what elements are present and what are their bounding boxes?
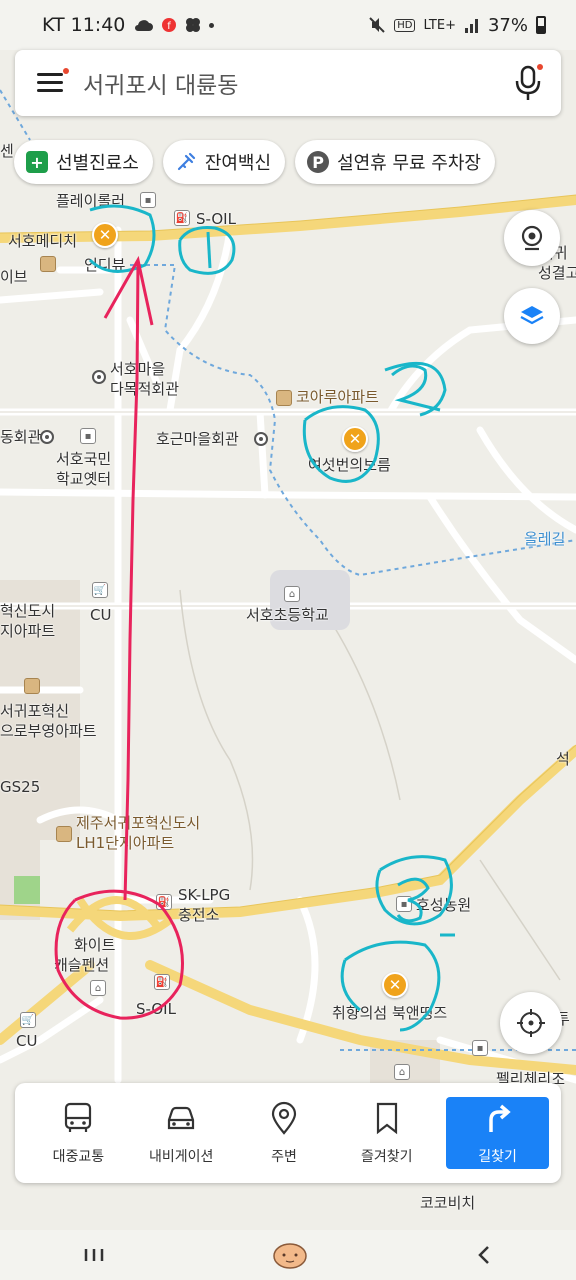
chip-label: 잔여백신 <box>204 153 272 174</box>
chip-label: 선별진료소 <box>56 153 139 174</box>
nav-label: 즐겨찾기 <box>361 1149 413 1165</box>
home-button-icon[interactable] <box>270 1240 310 1270</box>
app-notification-icon: f <box>162 18 177 32</box>
chip-label: 설연휴 무료 주차장 <box>337 153 481 174</box>
car-icon <box>168 1106 195 1130</box>
location-pin-icon <box>271 1101 297 1135</box>
nav-label: 길찾기 <box>478 1149 517 1165</box>
turn-arrow-icon <box>488 1104 511 1132</box>
nav-navigation[interactable]: 내비게이션 <box>130 1097 233 1169</box>
streetview-button[interactable] <box>504 210 560 266</box>
signal-icon <box>464 19 478 33</box>
chip-remaining-vaccine[interactable]: 잔여백신 <box>162 140 286 184</box>
nav-label: 내비게이션 <box>148 1149 214 1165</box>
back-icon[interactable] <box>474 1243 494 1267</box>
bottom-nav: 대중교통 내비게이션 주변 즐겨찾기 길찾기 <box>15 1083 561 1183</box>
layers-button[interactable] <box>504 288 560 344</box>
plus-icon: + <box>26 151 48 173</box>
nav-label: 대중교통 <box>52 1149 105 1165</box>
dot-icon <box>209 22 215 28</box>
clover-icon <box>186 18 201 32</box>
nav-label: 주변 <box>271 1149 297 1165</box>
chip-holiday-parking[interactable]: P 설연휴 무료 주차장 <box>295 140 495 184</box>
layers-icon <box>520 306 544 325</box>
nav-nearby[interactable]: 주변 <box>233 1097 336 1169</box>
filter-chips: + 선별진료소 잔여백신 P 설연휴 무료 주차장 <box>14 140 495 184</box>
hd-badge: HD <box>394 18 416 32</box>
streetview-icon <box>521 225 543 251</box>
chip-screening-clinic[interactable]: + 선별진료소 <box>14 140 153 184</box>
mute-icon <box>369 17 385 33</box>
battery-icon <box>536 16 546 34</box>
svg-text:f: f <box>168 21 172 32</box>
nav-public-transit[interactable]: 대중교통 <box>27 1097 130 1169</box>
battery-label: 37% <box>487 14 528 36</box>
current-location-button[interactable] <box>500 992 562 1054</box>
nav-favorites[interactable]: 즐겨찾기 <box>335 1097 438 1169</box>
system-nav-bar <box>0 1230 576 1280</box>
menu-icon[interactable] <box>37 68 69 93</box>
syringe-icon <box>177 152 195 171</box>
nav-directions[interactable]: 길찾기 <box>446 1097 549 1169</box>
map-view[interactable]: 센 ▪ 플레이롤러 ⛽ S-OIL 서호메디치 ✕ 인디뷰 이브 서호마을 다목… <box>0 50 576 1230</box>
carrier-time: KT 11:40 <box>42 14 126 36</box>
parking-icon: P <box>307 151 330 173</box>
annotation-layer <box>54 204 455 1032</box>
recent-apps-icon[interactable] <box>82 1245 106 1265</box>
bus-icon <box>65 1102 92 1132</box>
search-bar[interactable]: 서귀포시 대륜동 <box>15 50 561 116</box>
status-bar: KT 11:40 f HD LTE+ 37% <box>0 0 576 50</box>
search-input[interactable]: 서귀포시 대륜동 <box>83 66 513 100</box>
cloud-icon <box>135 20 154 31</box>
crosshair-icon <box>517 1009 545 1037</box>
network-label: LTE+ <box>423 17 456 33</box>
mic-icon[interactable] <box>513 63 543 103</box>
bookmark-icon <box>376 1102 397 1135</box>
